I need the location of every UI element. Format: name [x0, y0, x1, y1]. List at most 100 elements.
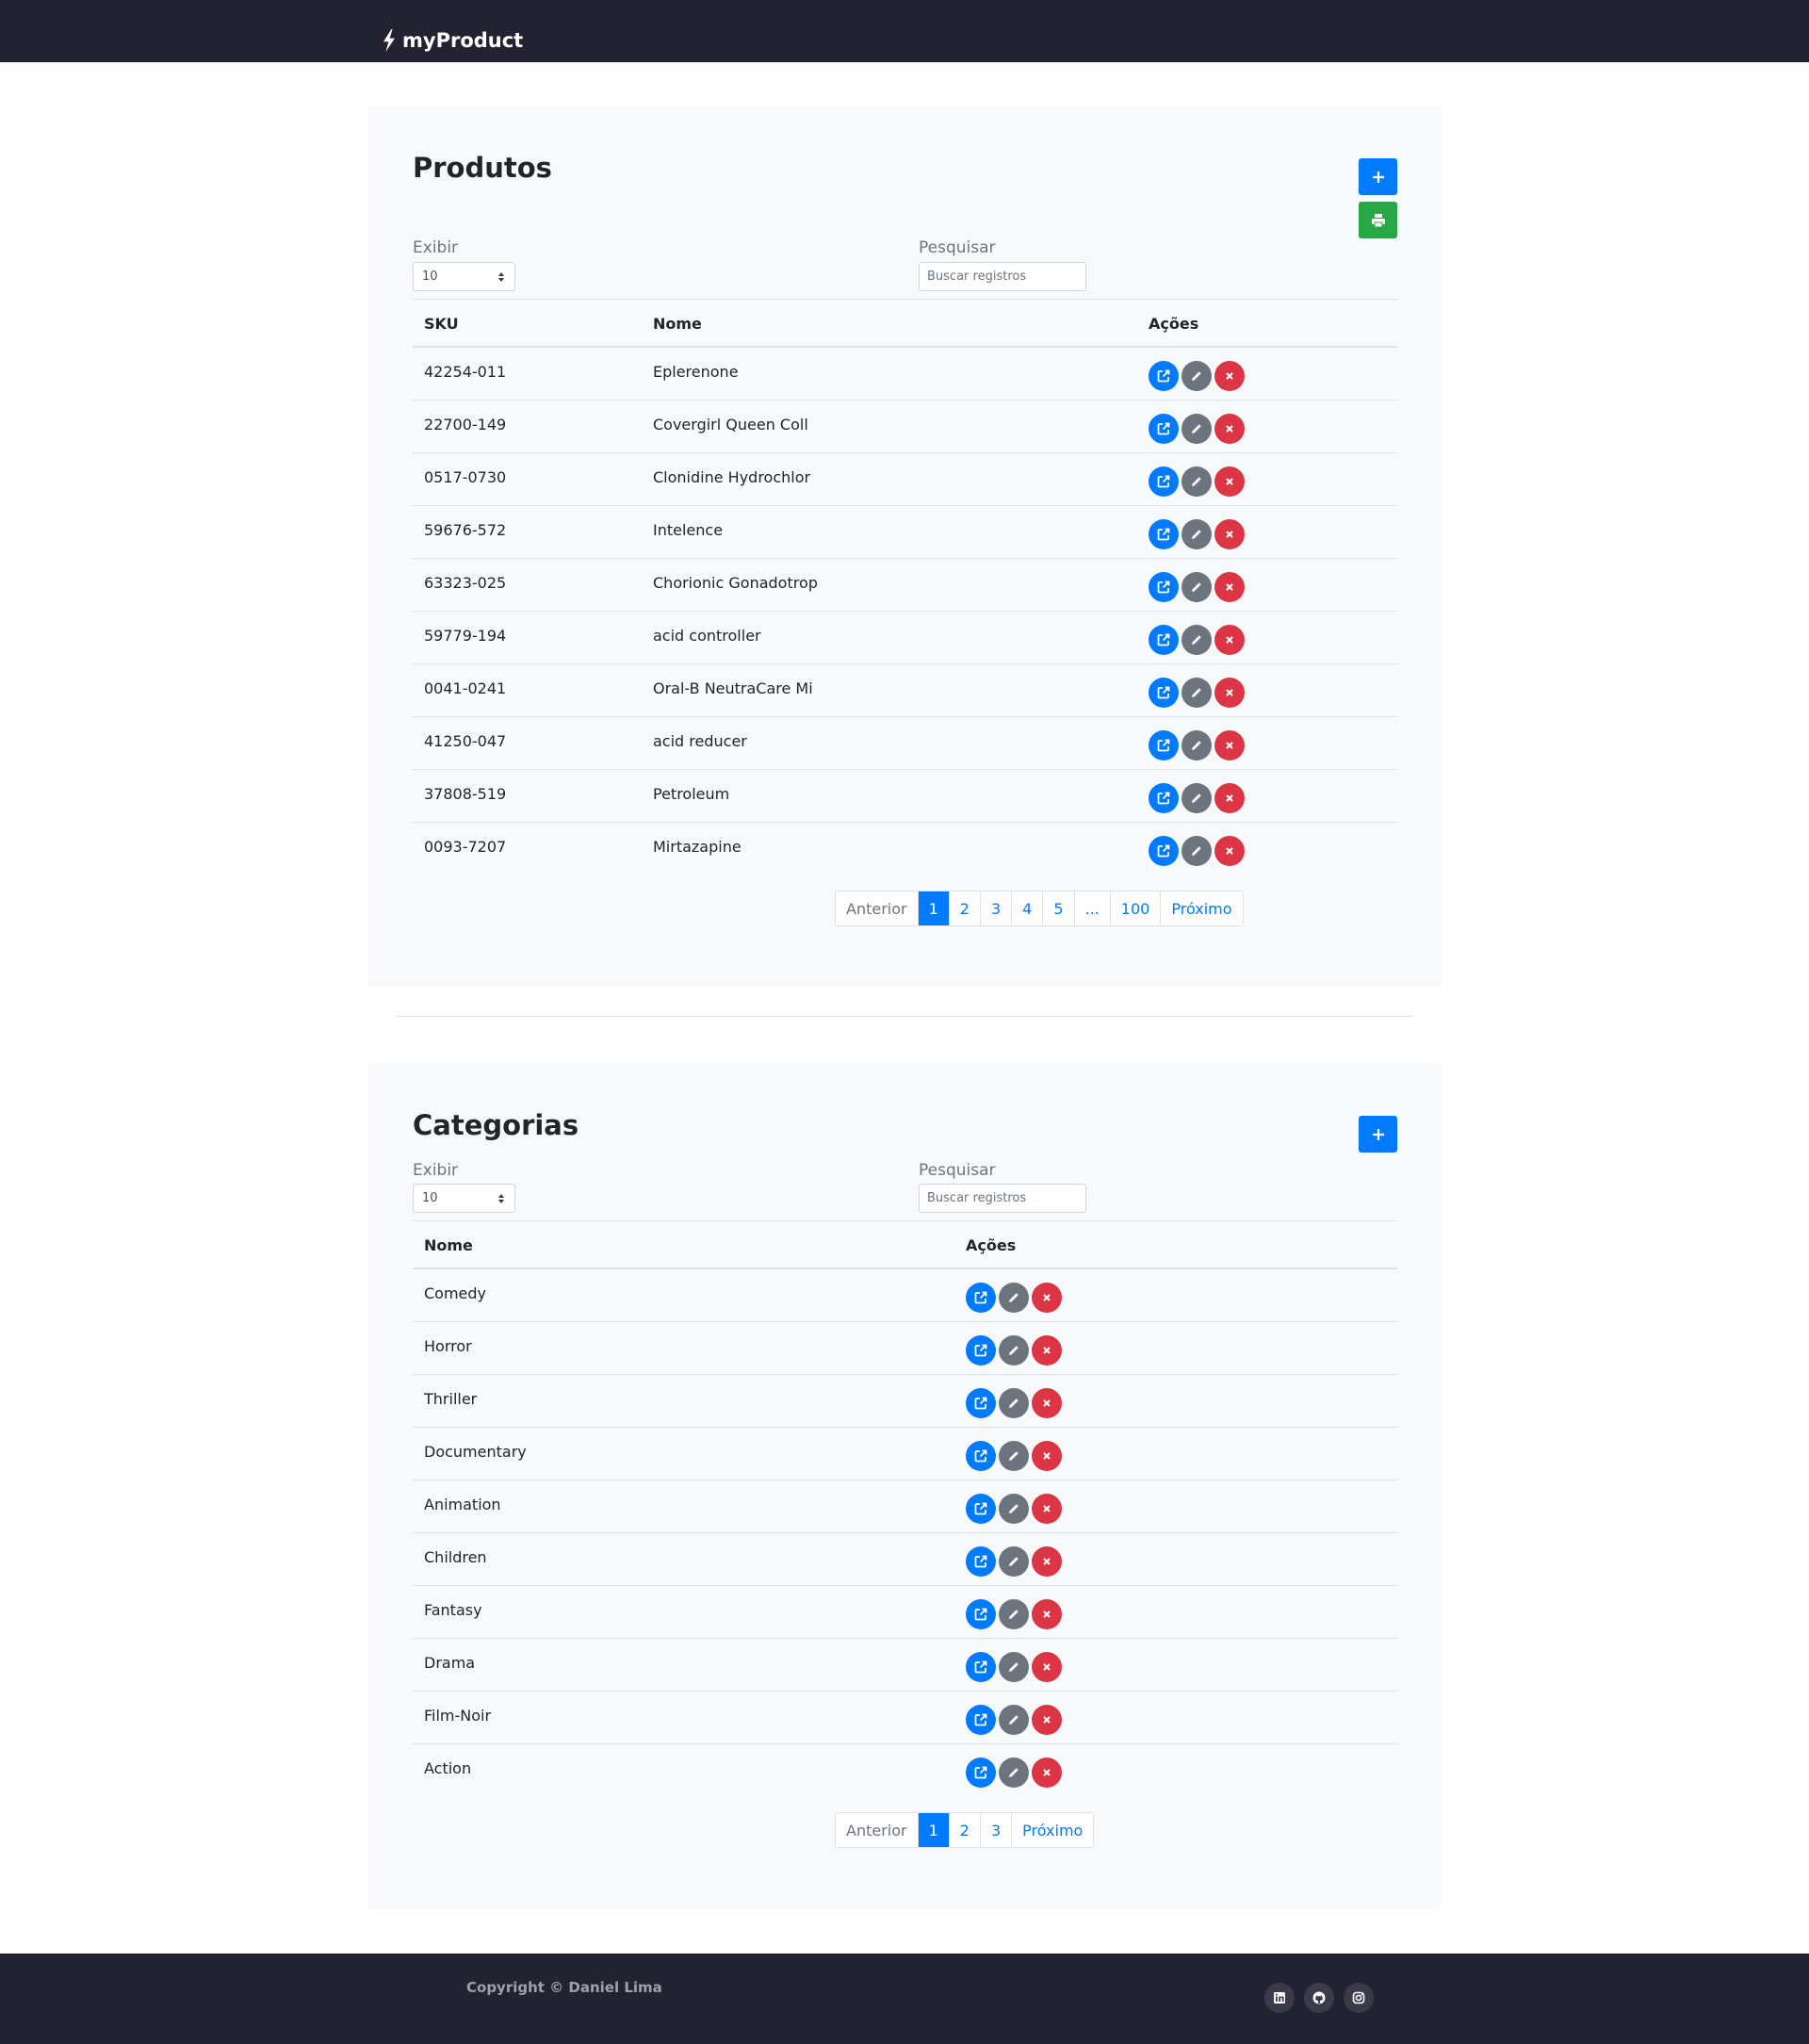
- table-row: 37808-519 Petroleum: [413, 770, 1397, 823]
- delete-button[interactable]: [1214, 625, 1245, 655]
- pagination-next[interactable]: Próximo: [1011, 1813, 1093, 1847]
- external-link-icon: [1157, 844, 1170, 858]
- edit-button[interactable]: [999, 1652, 1029, 1682]
- view-button[interactable]: [1149, 678, 1179, 708]
- view-button[interactable]: [1149, 730, 1179, 760]
- delete-button[interactable]: [1214, 572, 1245, 602]
- pencil-icon: [1192, 371, 1201, 381]
- produtos-card: Produtos Exibir 10 Pesquisar Buscar regi…: [367, 106, 1442, 986]
- edit-button[interactable]: [999, 1283, 1029, 1313]
- row-actions: [966, 1546, 1065, 1577]
- row-actions: [1149, 519, 1247, 549]
- edit-button[interactable]: [1182, 414, 1212, 444]
- nome-cell: Eplerenone: [653, 363, 739, 381]
- view-button[interactable]: [1149, 783, 1179, 813]
- delete-button[interactable]: [1214, 836, 1245, 866]
- produtos-pagination: Anterior 1 2 3 4 5... 100 Próximo: [835, 891, 1244, 926]
- edit-button[interactable]: [999, 1546, 1029, 1577]
- view-button[interactable]: [966, 1335, 996, 1365]
- add-produto-button[interactable]: [1359, 158, 1397, 195]
- delete-button[interactable]: [1214, 361, 1245, 391]
- row-actions: [966, 1441, 1065, 1471]
- delete-button[interactable]: [1032, 1388, 1062, 1418]
- delete-button[interactable]: [1214, 678, 1245, 708]
- row-actions: [1149, 783, 1247, 813]
- edit-button[interactable]: [1182, 836, 1212, 866]
- delete-button[interactable]: [1032, 1652, 1062, 1682]
- delete-button[interactable]: [1214, 730, 1245, 760]
- search-input[interactable]: Buscar registros: [919, 1184, 1086, 1213]
- page-link-2[interactable]: 2: [948, 891, 980, 925]
- edit-button[interactable]: [1182, 466, 1212, 497]
- page-link-1[interactable]: 1: [917, 1813, 949, 1847]
- view-button[interactable]: [966, 1388, 996, 1418]
- table-row: 0517-0730 Clonidine Hydrochlor: [413, 453, 1397, 506]
- page-link-3[interactable]: 3: [979, 1813, 1011, 1847]
- exibir-select[interactable]: 10: [413, 262, 515, 291]
- edit-button[interactable]: [999, 1441, 1029, 1471]
- edit-button[interactable]: [999, 1494, 1029, 1524]
- edit-button[interactable]: [999, 1705, 1029, 1735]
- view-button[interactable]: [966, 1494, 996, 1524]
- delete-button[interactable]: [1214, 414, 1245, 444]
- view-button[interactable]: [1149, 466, 1179, 497]
- delete-button[interactable]: [1032, 1494, 1062, 1524]
- page-link-5[interactable]: 5: [1042, 891, 1073, 925]
- search-input[interactable]: Buscar registros: [919, 262, 1086, 291]
- pagination-next[interactable]: Próximo: [1160, 891, 1242, 925]
- delete-button[interactable]: [1032, 1758, 1062, 1788]
- edit-button[interactable]: [1182, 783, 1212, 813]
- edit-button[interactable]: [999, 1599, 1029, 1629]
- delete-button[interactable]: [1032, 1441, 1062, 1471]
- instagram-link[interactable]: [1344, 1983, 1374, 2013]
- exibir-select[interactable]: 10: [413, 1184, 515, 1213]
- view-button[interactable]: [966, 1283, 996, 1313]
- edit-button[interactable]: [1182, 625, 1212, 655]
- view-button[interactable]: [1149, 361, 1179, 391]
- add-categoria-button[interactable]: [1359, 1116, 1397, 1153]
- view-button[interactable]: [966, 1758, 996, 1788]
- page-link-100[interactable]: 100: [1109, 891, 1161, 925]
- delete-button[interactable]: [1214, 783, 1245, 813]
- edit-button[interactable]: [999, 1335, 1029, 1365]
- page-link-3[interactable]: 3: [979, 891, 1011, 925]
- view-button[interactable]: [966, 1599, 996, 1629]
- github-link[interactable]: [1304, 1983, 1334, 2013]
- edit-button[interactable]: [999, 1388, 1029, 1418]
- page-link-4[interactable]: 4: [1011, 891, 1042, 925]
- view-button[interactable]: [966, 1441, 996, 1471]
- view-button[interactable]: [1149, 625, 1179, 655]
- instagram-icon: [1352, 1991, 1365, 2004]
- view-button[interactable]: [966, 1546, 996, 1577]
- sku-cell: 0093-7207: [424, 838, 507, 856]
- view-button[interactable]: [1149, 572, 1179, 602]
- delete-button[interactable]: [1032, 1283, 1062, 1313]
- external-link-icon: [1157, 633, 1170, 646]
- edit-button[interactable]: [1182, 678, 1212, 708]
- print-produtos-button[interactable]: [1359, 202, 1397, 238]
- view-button[interactable]: [966, 1705, 996, 1735]
- edit-button[interactable]: [1182, 572, 1212, 602]
- view-button[interactable]: [1149, 519, 1179, 549]
- view-button[interactable]: [1149, 836, 1179, 866]
- delete-button[interactable]: [1032, 1599, 1062, 1629]
- sku-cell: 37808-519: [424, 785, 507, 803]
- delete-button[interactable]: [1032, 1546, 1062, 1577]
- row-actions: [966, 1705, 1065, 1735]
- page-link-2[interactable]: 2: [948, 1813, 980, 1847]
- view-button[interactable]: [966, 1652, 996, 1682]
- linkedin-link[interactable]: [1264, 1983, 1295, 2013]
- categorias-table: Nome Ações Comedy Horror Thriller Documenta…: [413, 1220, 1397, 1797]
- row-actions: [966, 1599, 1065, 1629]
- view-button[interactable]: [1149, 414, 1179, 444]
- edit-button[interactable]: [999, 1758, 1029, 1788]
- brand-link[interactable]: myProduct: [381, 26, 523, 55]
- edit-button[interactable]: [1182, 519, 1212, 549]
- delete-button[interactable]: [1214, 466, 1245, 497]
- delete-button[interactable]: [1032, 1335, 1062, 1365]
- delete-button[interactable]: [1032, 1705, 1062, 1735]
- edit-button[interactable]: [1182, 730, 1212, 760]
- delete-button[interactable]: [1214, 519, 1245, 549]
- page-link-1[interactable]: 1: [917, 891, 949, 925]
- edit-button[interactable]: [1182, 361, 1212, 391]
